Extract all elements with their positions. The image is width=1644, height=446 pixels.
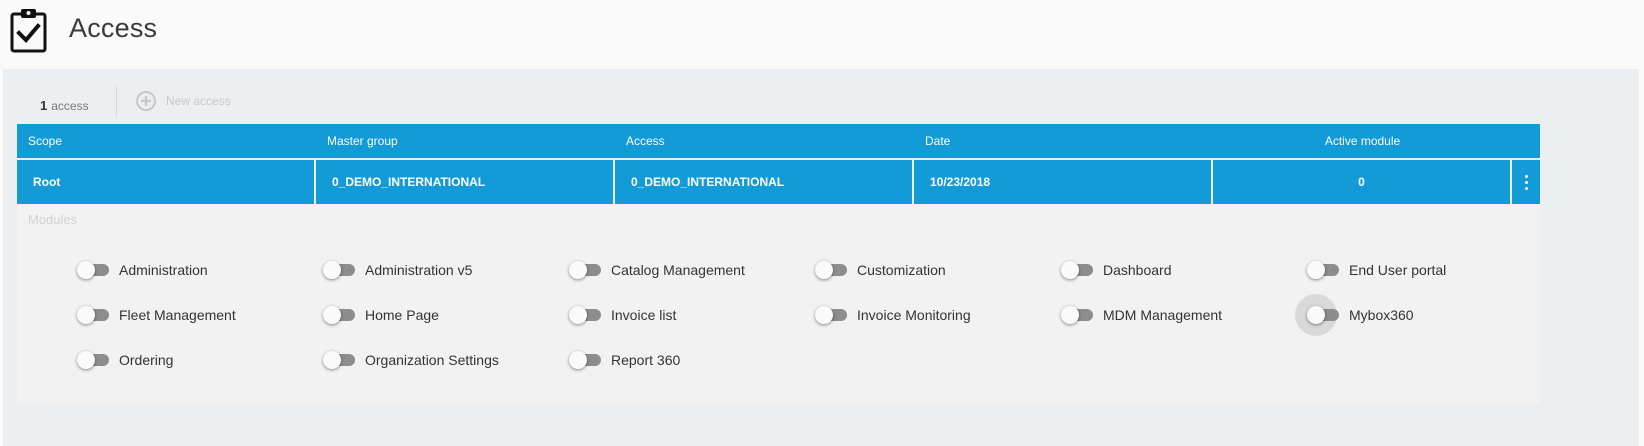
column-header-access[interactable]: Access xyxy=(615,124,914,158)
access-table: Scope Master group Access Date Active mo… xyxy=(17,124,1540,204)
column-header-date[interactable]: Date xyxy=(914,124,1213,158)
row-menu-button[interactable] xyxy=(1512,160,1540,204)
module-mybox360: Mybox360 xyxy=(1295,294,1414,336)
module-toggle[interactable] xyxy=(323,350,357,370)
column-header-actions xyxy=(1512,124,1540,158)
page-header: Access xyxy=(0,0,1644,64)
new-access-label: New access xyxy=(166,94,231,108)
new-access-button[interactable]: New access xyxy=(136,90,231,112)
module-toggle[interactable] xyxy=(323,305,357,325)
cell-master-group: 0_DEMO_INTERNATIONAL xyxy=(316,160,613,204)
module-home-page: Home Page xyxy=(323,305,439,325)
clipboard-check-icon xyxy=(10,9,47,53)
module-toggle[interactable] xyxy=(77,305,111,325)
module-dashboard: Dashboard xyxy=(1061,260,1172,280)
module-end-user-portal: End User portal xyxy=(1307,260,1446,280)
module-toggle[interactable] xyxy=(815,305,849,325)
add-circle-icon xyxy=(136,91,156,111)
access-count-label: access xyxy=(51,98,89,113)
table-header: Scope Master group Access Date Active mo… xyxy=(17,124,1540,158)
module-label: Home Page xyxy=(365,307,439,323)
module-organization-settings: Organization Settings xyxy=(323,350,499,370)
access-count: 1 access xyxy=(40,98,89,113)
table-row[interactable]: Root 0_DEMO_INTERNATIONAL 0_DEMO_INTERNA… xyxy=(17,160,1540,204)
cell-date: 10/23/2018 xyxy=(914,160,1211,204)
module-toggle[interactable] xyxy=(1307,260,1341,280)
module-catalog-management: Catalog Management xyxy=(569,260,745,280)
module-label: End User portal xyxy=(1349,262,1447,278)
module-toggle[interactable] xyxy=(569,350,603,370)
module-label: Administration v5 xyxy=(365,262,473,278)
modules-title: Modules xyxy=(28,212,78,227)
column-header-active-module[interactable]: Active module xyxy=(1213,124,1512,158)
cell-scope: Root xyxy=(17,160,314,204)
module-label: Report 360 xyxy=(611,352,681,368)
module-ordering: Ordering xyxy=(77,350,173,370)
module-toggle[interactable] xyxy=(1061,260,1095,280)
module-toggle[interactable] xyxy=(77,260,111,280)
module-administration: Administration xyxy=(77,260,208,280)
module-toggle[interactable] xyxy=(1061,305,1095,325)
column-header-master-group[interactable]: Master group xyxy=(316,124,615,158)
module-mdm-management: MDM Management xyxy=(1061,305,1222,325)
module-label: Catalog Management xyxy=(611,262,745,278)
column-header-scope[interactable]: Scope xyxy=(17,124,316,158)
module-label: Fleet Management xyxy=(119,307,236,323)
modules-panel: Modules Administration Administration v5… xyxy=(17,204,1540,403)
module-fleet-management: Fleet Management xyxy=(77,305,236,325)
cell-active-module: 0 xyxy=(1213,160,1510,204)
module-label: Organization Settings xyxy=(365,352,499,368)
module-toggle[interactable] xyxy=(815,260,849,280)
module-label: Mybox360 xyxy=(1349,307,1414,323)
module-invoice-monitoring: Invoice Monitoring xyxy=(815,305,971,325)
module-toggle[interactable] xyxy=(77,350,111,370)
module-label: Ordering xyxy=(119,352,174,368)
module-administration-v5: Administration v5 xyxy=(323,260,472,280)
module-toggle[interactable] xyxy=(323,260,357,280)
more-vertical-icon xyxy=(1524,174,1528,190)
module-label: Invoice list xyxy=(611,307,677,323)
module-invoice-list: Invoice list xyxy=(569,305,676,325)
module-toggle[interactable] xyxy=(1295,294,1341,336)
module-label: Dashboard xyxy=(1103,262,1172,278)
toolbar: 1 access New access xyxy=(40,86,231,120)
module-label: MDM Management xyxy=(1103,307,1223,323)
module-toggle[interactable] xyxy=(569,305,603,325)
access-count-value: 1 xyxy=(40,97,48,113)
module-customization: Customization xyxy=(815,260,946,280)
module-report-360: Report 360 xyxy=(569,350,680,370)
module-label: Invoice Monitoring xyxy=(857,307,971,323)
page-title: Access xyxy=(69,13,158,43)
module-toggle[interactable] xyxy=(569,260,603,280)
module-label: Administration xyxy=(119,262,208,278)
module-label: Customization xyxy=(857,262,946,278)
cell-access: 0_DEMO_INTERNATIONAL xyxy=(615,160,912,204)
toolbar-divider xyxy=(116,86,117,116)
